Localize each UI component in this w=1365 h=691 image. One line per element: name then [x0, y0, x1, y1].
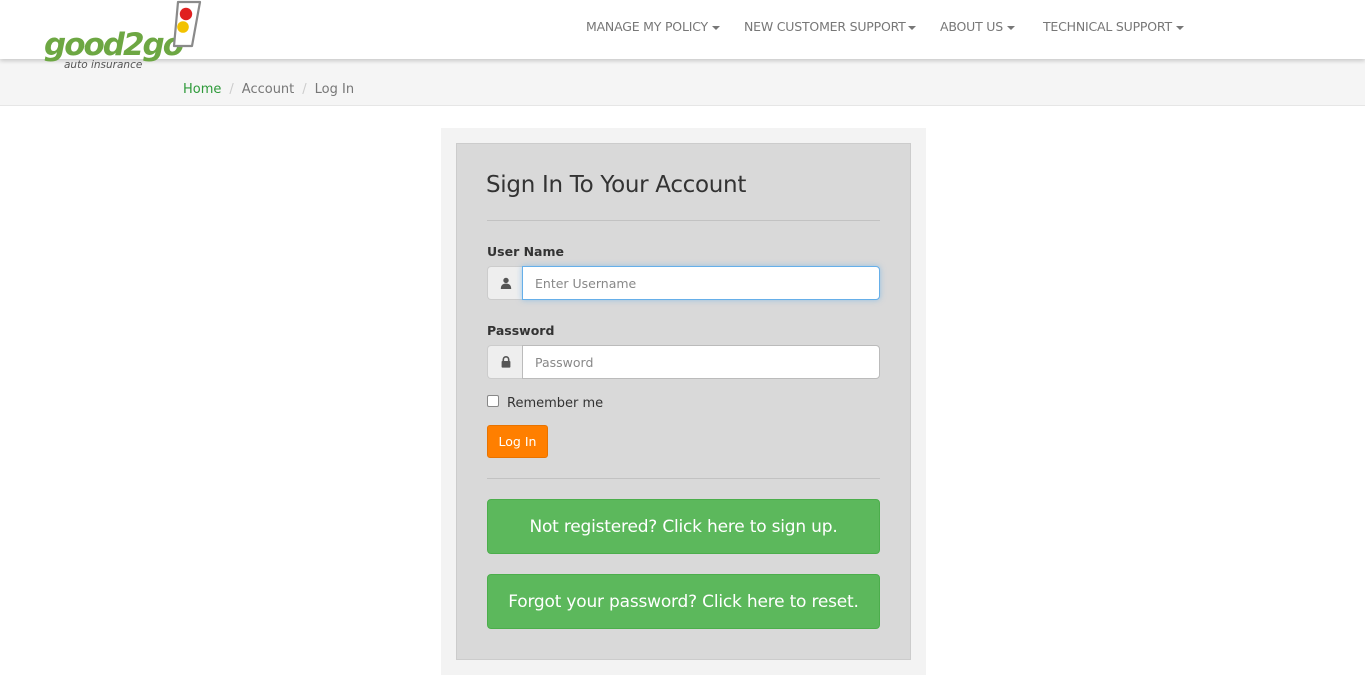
nav-technical-support-label: TECHNICAL SUPPORT	[1043, 19, 1172, 34]
lock-icon	[501, 356, 510, 368]
site-header: good2go auto insurance MANAGE MY POLICY …	[0, 0, 1365, 70]
password-input[interactable]	[522, 345, 880, 379]
reset-password-button[interactable]: Forgot your password? Click here to rese…	[487, 574, 880, 629]
caret-down-icon	[711, 25, 720, 30]
logo-wordmark: good2go	[44, 27, 184, 63]
breadcrumb-login: Log In	[314, 82, 355, 97]
user-icon	[500, 277, 511, 289]
nav-new-customer-support-label: NEW CUSTOMER SUPPORT	[744, 19, 906, 34]
username-input[interactable]	[522, 266, 880, 300]
caret-down-icon	[907, 25, 916, 30]
nav-manage-my-policy-label: MANAGE MY POLICY	[586, 19, 708, 34]
password-label: Password	[487, 323, 555, 338]
caret-down-icon	[1175, 25, 1184, 30]
sign-up-button[interactable]: Not registered? Click here to sign up.	[487, 499, 880, 554]
nav-about-us[interactable]: ABOUT US	[940, 19, 1015, 34]
password-addon	[487, 345, 523, 379]
remember-me-label[interactable]: Remember me	[507, 396, 603, 411]
login-button[interactable]: Log In	[487, 425, 548, 458]
username-addon	[487, 266, 523, 300]
nav-manage-my-policy[interactable]: MANAGE MY POLICY	[586, 19, 720, 34]
caret-down-icon	[1007, 25, 1015, 30]
breadcrumb-home[interactable]: Home	[183, 82, 221, 97]
breadcrumb-separator: /	[302, 82, 307, 97]
nav-new-customer-support[interactable]: NEW CUSTOMER SUPPORT	[744, 19, 916, 34]
nav-technical-support[interactable]: TECHNICAL SUPPORT	[1043, 19, 1184, 34]
page-title: Sign In To Your Account	[486, 172, 747, 198]
breadcrumb-separator: /	[229, 82, 234, 97]
form-divider	[487, 478, 880, 479]
logo-tagline: auto insurance	[64, 59, 143, 71]
breadcrumb: Home / Account / Log In	[183, 82, 354, 97]
remember-me-checkbox[interactable]	[487, 395, 499, 407]
nav-about-us-label: ABOUT US	[940, 19, 1003, 34]
traffic-light-icon	[172, 0, 202, 48]
title-divider	[487, 220, 880, 221]
good2go-logo[interactable]: good2go auto insurance	[44, 0, 204, 74]
username-label: User Name	[487, 244, 564, 259]
breadcrumb-account: Account	[241, 82, 295, 97]
